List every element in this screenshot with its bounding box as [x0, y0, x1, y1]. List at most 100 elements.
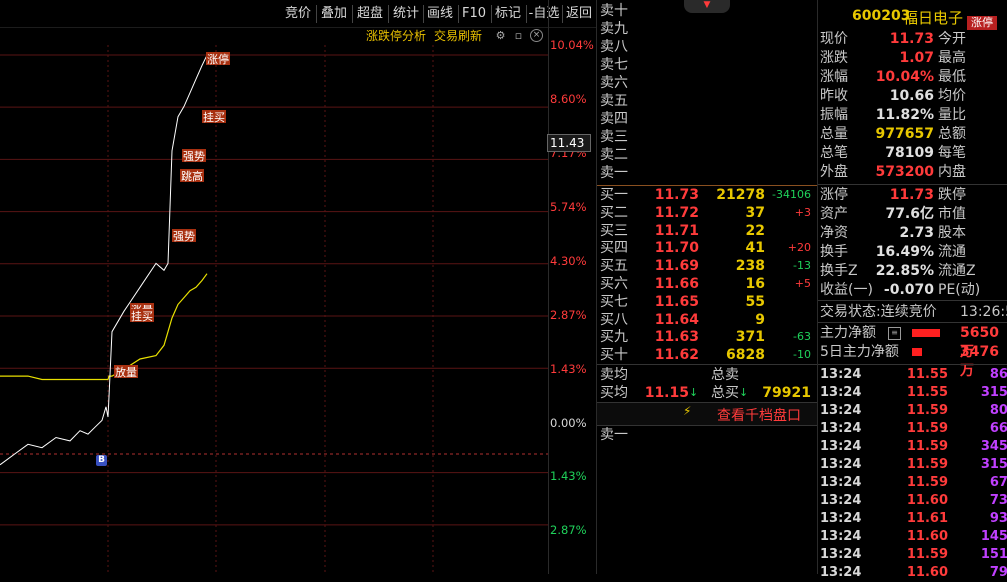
tick-row: 13:2411.591519	[820, 547, 1007, 562]
buy-level-row[interactable]: 买五 11.69 238 -13	[597, 257, 817, 275]
quote-row: 涨幅 10.04% 最低	[820, 69, 966, 85]
sell-level-row: 卖九	[600, 21, 628, 37]
quote-row: 换手Z 22.85% 流通Z	[820, 263, 976, 279]
tick-row: 13:2411.60790	[820, 565, 1007, 580]
axis-label: 10.04%	[550, 38, 594, 52]
stock-header: 600203 福日电子 涨停	[818, 6, 1007, 30]
chart-toolbar: 竞价 叠加 超盘 统计 画线 F10 标记 -自选 返回	[0, 0, 597, 28]
buy-level-row[interactable]: 买八 11.64 9	[597, 311, 817, 329]
toolbar-watchlist-button[interactable]: -自选	[527, 4, 561, 24]
sell-one-row: 卖一	[600, 427, 628, 443]
price-line	[0, 54, 208, 466]
limit-up-badge: 涨停	[967, 16, 997, 30]
main-net-bar	[912, 329, 940, 337]
axis-label: 2.87%	[550, 523, 587, 537]
intraday-chart: 涨停挂买强势跳高强势涨量挂买放量	[0, 45, 548, 574]
limit-analysis-link[interactable]: 涨跌停分析	[366, 27, 426, 45]
tick-row: 13:2411.59671	[820, 475, 1007, 490]
quote-row: 涨跌 1.07 最高	[820, 50, 966, 66]
buy-level-row[interactable]: 买一 11.73 21278 -34106	[597, 186, 817, 204]
quote-row: 换手 16.49% 流通	[820, 244, 966, 260]
trade-status-row: 交易状态:连续竞价 13:26:5	[820, 304, 1007, 320]
toolbar-f10-button[interactable]: F10	[460, 4, 488, 24]
toolbar-overlay-button[interactable]: 叠加	[318, 4, 350, 24]
quote-row: 现价 11.73 今开	[820, 31, 966, 47]
sell-level-row: 卖六	[600, 75, 628, 91]
trade-refresh-link[interactable]: 交易刷新	[434, 27, 482, 45]
tick-row: 13:2411.59804	[820, 403, 1007, 418]
main-net5-row: 5日主力净额 3476万	[820, 344, 999, 379]
view-1000-button[interactable]: ⚡ 查看千档盘口	[597, 402, 817, 426]
sell-level-row: 卖十	[600, 3, 628, 19]
buy-level-row[interactable]: 买七 11.65 55	[597, 293, 817, 311]
sell-level-row: 卖三	[600, 129, 628, 145]
chart-grid	[0, 45, 548, 574]
quote-row: 收益(一) -0.070 PE(动)	[820, 282, 981, 298]
quote-row: 总笔 78109 每笔	[820, 145, 966, 161]
stock-code: 600203	[852, 8, 911, 24]
stock-name: 福日电子	[903, 9, 964, 27]
chart-annotations: 涨停挂买强势跳高强势涨量挂买放量	[114, 52, 230, 379]
toolbar-superdisk-button[interactable]: 超盘	[354, 4, 386, 24]
tick-row: 13:2411.553151	[820, 385, 1007, 400]
buy-avg-row: 买均 11.15 ↓ 总买 ↓ 79921	[600, 385, 811, 401]
quote-row: 总量 977657 总额	[820, 126, 966, 142]
tick-row: 13:2411.59664	[820, 421, 1007, 436]
sell-avg-row: 卖均 总卖	[600, 367, 739, 383]
sell-level-row: 卖八	[600, 39, 628, 55]
square-icon[interactable]: ▫	[512, 29, 525, 42]
annotation-text: 挂买	[203, 110, 225, 124]
tick-row: 13:2411.601455	[820, 529, 1007, 544]
annotation-text: 放量	[115, 365, 137, 379]
buy-level-row[interactable]: 买四 11.70 41 +20	[597, 239, 817, 257]
annotation-text: 涨停	[207, 52, 229, 66]
settings-gear-icon[interactable]: ⚙	[494, 29, 507, 42]
axis-label: 1.43%	[550, 469, 587, 483]
tick-row: 13:2411.593152	[820, 457, 1007, 472]
buy-level-row[interactable]: 买六 11.66 16 +5	[597, 275, 817, 293]
tick-row: 13:2411.593454	[820, 439, 1007, 454]
quote-row: 净资 2.73 股本	[820, 225, 966, 241]
tick-row: 13:2411.61937	[820, 511, 1007, 526]
quote-row: 外盘 573200 内盘	[820, 164, 966, 180]
main-net5-bar	[912, 348, 922, 356]
sell-level-row: 卖七	[600, 57, 628, 73]
toolbar-back-button[interactable]: 返回	[563, 4, 595, 24]
annotation-text: 挂买	[131, 309, 153, 323]
tick-row: 13:2411.60730	[820, 493, 1007, 508]
toolbar-draw-button[interactable]: 画线	[424, 4, 456, 24]
quote-row: 资产 77.6亿 市值	[820, 206, 966, 222]
sell-level-row: 卖二	[600, 147, 628, 163]
annotation-text: 跳高	[181, 169, 203, 183]
sell-level-row: 卖四	[600, 111, 628, 127]
annotation-text: 强势	[183, 150, 205, 163]
sell-level-row: 卖五	[600, 93, 628, 109]
axis-label: 1.43%	[550, 362, 587, 376]
lightning-icon: ⚡	[683, 404, 692, 418]
annotation-text: 强势	[173, 230, 195, 243]
tick-row: 13:2411.55869	[820, 367, 1007, 382]
current-price-tag: 11.43	[547, 134, 591, 152]
down-arrow-icon: ↓	[689, 386, 699, 399]
toolbar-bid-button[interactable]: 竞价	[282, 4, 314, 24]
toolbar-mark-button[interactable]: 标记	[492, 4, 524, 24]
axis-label: 5.74%	[550, 200, 587, 214]
axis-label: 4.30%	[550, 254, 587, 268]
quote-row: 昨收 10.66 均价	[820, 88, 966, 104]
axis-label-zero: 0.00%	[550, 416, 587, 430]
axis-label: 2.87%	[550, 308, 587, 322]
quote-row: 振幅 11.82% 量比	[820, 107, 966, 123]
average-price-line	[0, 273, 208, 381]
sell-level-row: 卖一	[600, 165, 628, 181]
buy-level-row[interactable]: 买九 11.63 371 -63	[597, 328, 817, 346]
buy-level-row[interactable]: 买三 11.71 22	[597, 222, 817, 240]
buy-level-row[interactable]: 买十 11.62 6828 -10	[597, 346, 817, 364]
quote-row: 涨停 11.73 跌停	[820, 187, 966, 203]
buy-level-row[interactable]: 买二 11.72 37 +3	[597, 204, 817, 222]
toolbar-stats-button[interactable]: 统计	[390, 4, 422, 24]
axis-label: 8.60%	[550, 92, 587, 106]
close-icon[interactable]: ×	[530, 29, 543, 42]
buy-marker-icon[interactable]: B	[96, 455, 107, 466]
main-net-row: 主力净额 ≡ 5650万	[820, 325, 999, 360]
table-icon[interactable]: ≡	[888, 327, 901, 340]
